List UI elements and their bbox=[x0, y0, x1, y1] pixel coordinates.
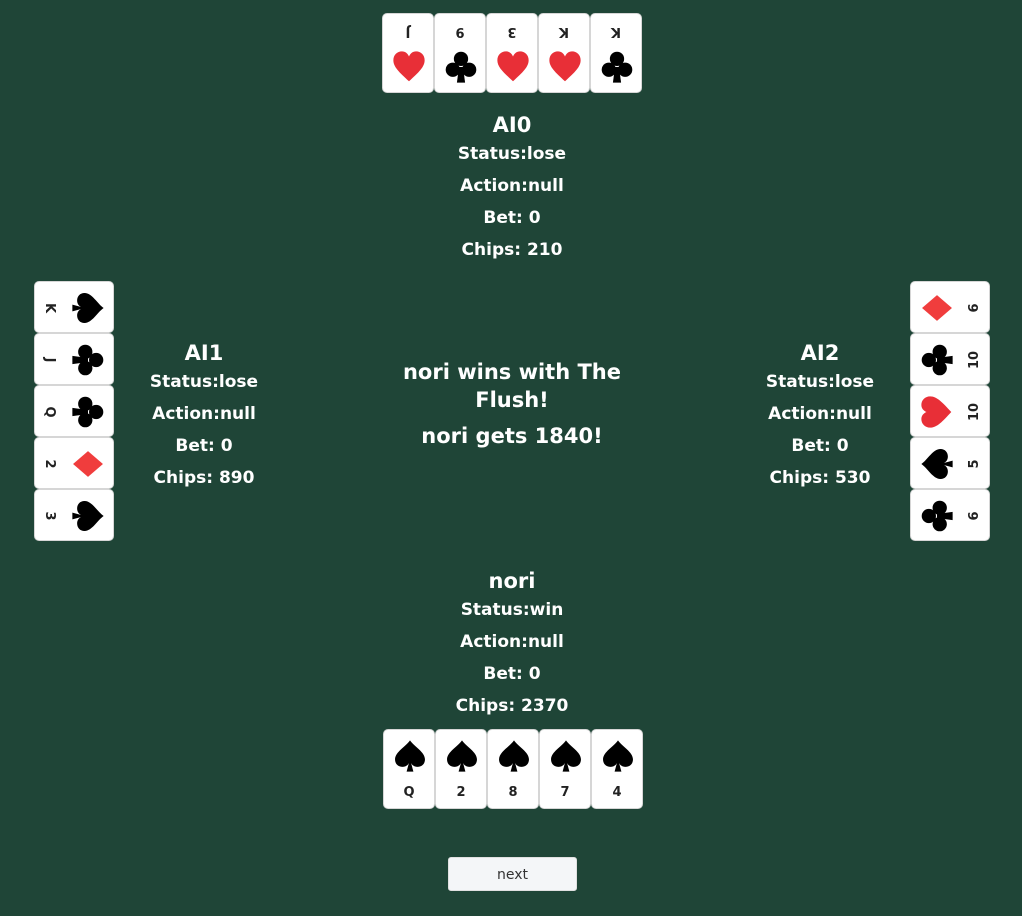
card-rank: 2 bbox=[456, 785, 466, 800]
ai0-bet: Bet: 0 bbox=[483, 208, 541, 228]
spade-icon bbox=[497, 739, 531, 777]
spade-icon bbox=[71, 291, 105, 329]
card-rank: 6 bbox=[967, 303, 982, 313]
nori-name: nori bbox=[488, 569, 536, 593]
ai2-card-5: 6 bbox=[910, 489, 990, 541]
ai1-status: Status:lose bbox=[149, 372, 259, 392]
heart-icon bbox=[548, 50, 582, 88]
heart-icon bbox=[920, 395, 954, 433]
ai2-action: Action:null bbox=[768, 404, 872, 424]
ai2-card-2: 10 bbox=[910, 333, 990, 385]
club-icon bbox=[920, 343, 954, 381]
diamond-icon bbox=[920, 291, 954, 329]
spade-icon bbox=[920, 447, 954, 485]
nori-action: Action:null bbox=[460, 632, 564, 652]
ai2-info: AI2 Status:lose Action:null Bet: 0 Chips… bbox=[720, 340, 920, 494]
ai0-chips: Chips: 210 bbox=[461, 240, 563, 260]
club-icon bbox=[600, 50, 634, 88]
card-rank: K bbox=[42, 302, 57, 314]
nori-card-2: 2 bbox=[435, 729, 487, 809]
ai1-hand: K J Q 2 3 bbox=[34, 281, 114, 541]
card-rank: 6 bbox=[967, 511, 982, 521]
ai2-status: Status:lose bbox=[765, 372, 875, 392]
spade-icon bbox=[445, 739, 479, 777]
ai1-action: Action:null bbox=[152, 404, 256, 424]
card-rank: Q bbox=[42, 406, 57, 418]
card-rank: 10 bbox=[967, 350, 982, 370]
winner-text: nori wins with The Flush! bbox=[402, 360, 622, 412]
next-button[interactable]: next bbox=[448, 857, 577, 891]
card-rank: 9 bbox=[455, 24, 465, 39]
nori-bet: Bet: 0 bbox=[483, 664, 541, 684]
ai1-card-3: Q bbox=[34, 385, 114, 437]
ai0-card-5: K bbox=[590, 13, 642, 93]
card-rank: K bbox=[610, 24, 622, 39]
card-rank: 10 bbox=[967, 402, 982, 422]
ai2-chips: Chips: 530 bbox=[769, 468, 871, 488]
card-rank: K bbox=[558, 24, 570, 39]
diamond-icon bbox=[71, 447, 105, 485]
ai2-hand: 6 10 10 5 6 bbox=[910, 281, 990, 541]
ai1-info: AI1 Status:lose Action:null Bet: 0 Chips… bbox=[104, 340, 304, 494]
heart-icon bbox=[392, 50, 426, 88]
spade-icon bbox=[393, 739, 427, 777]
nori-card-3: 8 bbox=[487, 729, 539, 809]
spade-icon bbox=[549, 739, 583, 777]
nori-hand: Q 2 8 7 4 bbox=[383, 729, 643, 809]
result-message: nori wins with The Flush! nori gets 1840… bbox=[392, 358, 632, 450]
ai0-name: AI0 bbox=[492, 113, 532, 137]
heart-icon bbox=[496, 50, 530, 88]
card-rank: 5 bbox=[967, 459, 982, 469]
ai0-status: Status:lose bbox=[457, 144, 567, 164]
nori-card-1: Q bbox=[383, 729, 435, 809]
ai0-card-1: J bbox=[382, 13, 434, 93]
ai0-action: Action:null bbox=[460, 176, 564, 196]
card-rank: J bbox=[405, 24, 411, 39]
card-rank: 2 bbox=[42, 459, 57, 469]
nori-chips: Chips: 2370 bbox=[455, 696, 569, 716]
club-icon bbox=[444, 50, 478, 88]
club-icon bbox=[71, 395, 105, 433]
club-icon bbox=[920, 499, 954, 537]
nori-status: Status:win bbox=[460, 600, 564, 620]
ai0-hand: J 9 3 K K bbox=[382, 13, 642, 93]
club-icon bbox=[71, 343, 105, 381]
card-rank: 3 bbox=[42, 511, 57, 521]
card-rank: Q bbox=[403, 785, 415, 800]
ai0-card-2: 9 bbox=[434, 13, 486, 93]
card-rank: 3 bbox=[507, 24, 517, 39]
card-rank: 8 bbox=[508, 785, 518, 800]
ai2-name: AI2 bbox=[800, 341, 840, 365]
spade-icon bbox=[601, 739, 635, 777]
ai2-card-1: 6 bbox=[910, 281, 990, 333]
card-rank: 7 bbox=[560, 785, 570, 800]
ai0-card-3: 3 bbox=[486, 13, 538, 93]
ai2-card-3: 10 bbox=[910, 385, 990, 437]
nori-card-5: 4 bbox=[591, 729, 643, 809]
card-rank: 4 bbox=[612, 785, 622, 800]
card-rank: J bbox=[42, 357, 57, 363]
nori-card-4: 7 bbox=[539, 729, 591, 809]
spade-icon bbox=[71, 499, 105, 537]
ai1-chips: Chips: 890 bbox=[153, 468, 255, 488]
nori-info: nori Status:win Action:null Bet: 0 Chips… bbox=[412, 568, 612, 722]
ai0-info: AI0 Status:lose Action:null Bet: 0 Chips… bbox=[412, 112, 612, 266]
winnings-text: nori gets 1840! bbox=[421, 424, 603, 448]
ai2-card-4: 5 bbox=[910, 437, 990, 489]
ai1-card-2: J bbox=[34, 333, 114, 385]
ai0-card-4: K bbox=[538, 13, 590, 93]
ai1-card-5: 3 bbox=[34, 489, 114, 541]
ai1-name: AI1 bbox=[184, 341, 224, 365]
ai1-bet: Bet: 0 bbox=[175, 436, 233, 456]
ai1-card-1: K bbox=[34, 281, 114, 333]
ai2-bet: Bet: 0 bbox=[791, 436, 849, 456]
ai1-card-4: 2 bbox=[34, 437, 114, 489]
